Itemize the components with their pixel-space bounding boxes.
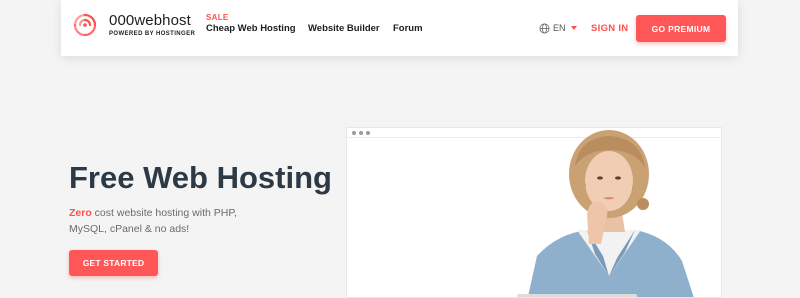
brand-logo[interactable]: 000webhost POWERED BY HOSTINGER xyxy=(71,11,195,45)
sale-badge: SALE xyxy=(206,13,229,22)
nav-link-forum[interactable]: Forum xyxy=(393,23,423,34)
browser-preview-content xyxy=(347,130,721,297)
top-navbar: 000webhost POWERED BY HOSTINGER SALE Che… xyxy=(61,0,738,56)
nav-link-website-builder[interactable]: Website Builder xyxy=(308,23,380,34)
get-started-button[interactable]: GET STARTED xyxy=(69,250,158,276)
hero-description-highlight: Zero xyxy=(69,207,92,219)
nav-link-cheap-web-hosting[interactable]: Cheap Web Hosting xyxy=(206,23,296,34)
brand-name: 000webhost xyxy=(109,12,191,29)
chevron-down-icon xyxy=(570,26,577,30)
hero-person-image xyxy=(527,130,694,297)
go-premium-button[interactable]: GO PREMIUM xyxy=(636,15,726,42)
hero-description-text: cost website hosting with PHP, MySQL, cP… xyxy=(69,207,237,235)
brand-tagline: POWERED BY HOSTINGER xyxy=(109,31,196,37)
language-selector[interactable]: EN xyxy=(539,20,577,36)
window-dot-icon xyxy=(366,131,370,135)
hero-title: Free Web Hosting xyxy=(69,160,332,195)
sign-in-link[interactable]: SIGN IN xyxy=(591,23,628,34)
preview-caption-placeholder xyxy=(517,294,637,297)
logo-mark-icon xyxy=(73,13,97,37)
hero-description: Zero cost website hosting with PHP, MySQ… xyxy=(69,205,269,237)
globe-icon xyxy=(539,23,550,33)
browser-preview-window xyxy=(346,127,722,298)
window-dot-icon xyxy=(359,131,363,135)
window-dot-icon xyxy=(352,131,356,135)
language-value: EN xyxy=(553,23,566,33)
